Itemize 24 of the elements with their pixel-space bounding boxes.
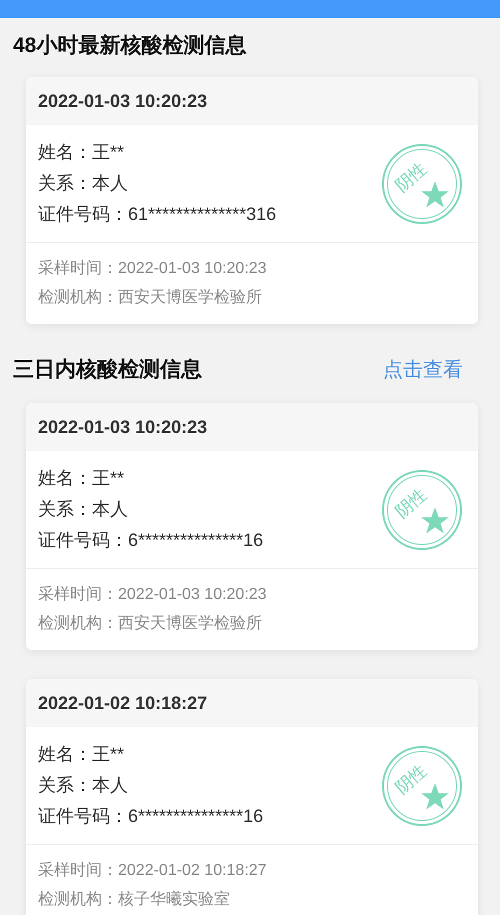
section-title: 三日内核酸检测信息 [13, 357, 202, 383]
detail-text: 检测机构：西安天博医学检验所 [38, 288, 263, 308]
detail-text: 采样时间：2022-01-03 10:20:23 [38, 258, 268, 279]
stamp-text: 阴性 [390, 484, 432, 523]
test-time: 2022-01-03 10:20:23 [38, 90, 208, 112]
test-time: 2022-01-02 10:18:27 [38, 692, 208, 714]
detail-text: 检测机构：西安天博医学检验所 [38, 614, 263, 634]
info-text: 证件号码：6***************16 [38, 529, 264, 552]
detail-text: 检测机构：核子华曦实验室 [38, 890, 231, 910]
detail-text: 采样时间：2022-01-03 10:20:23 [38, 584, 268, 605]
info-text: 关系：本人 [38, 774, 129, 797]
info-text: 关系：本人 [38, 498, 129, 521]
info-text: 姓名：王** [38, 467, 126, 490]
view-link[interactable]: 点击查看 [383, 356, 463, 382]
info-text: 姓名：王** [38, 141, 126, 164]
section-title: 48小时最新核酸检测信息 [13, 32, 246, 59]
info-text: 关系：本人 [38, 172, 129, 195]
test-time: 2022-01-03 10:20:23 [38, 416, 208, 438]
stamp-text: 阴性 [390, 158, 432, 197]
info-text: 证件号码：6***************16 [38, 805, 264, 828]
stamp-text: 阴性 [390, 760, 432, 799]
detail-text: 采样时间：2022-01-02 10:18:27 [38, 860, 268, 881]
info-text: 姓名：王** [38, 743, 126, 766]
info-text: 证件号码：61**************316 [38, 203, 276, 226]
